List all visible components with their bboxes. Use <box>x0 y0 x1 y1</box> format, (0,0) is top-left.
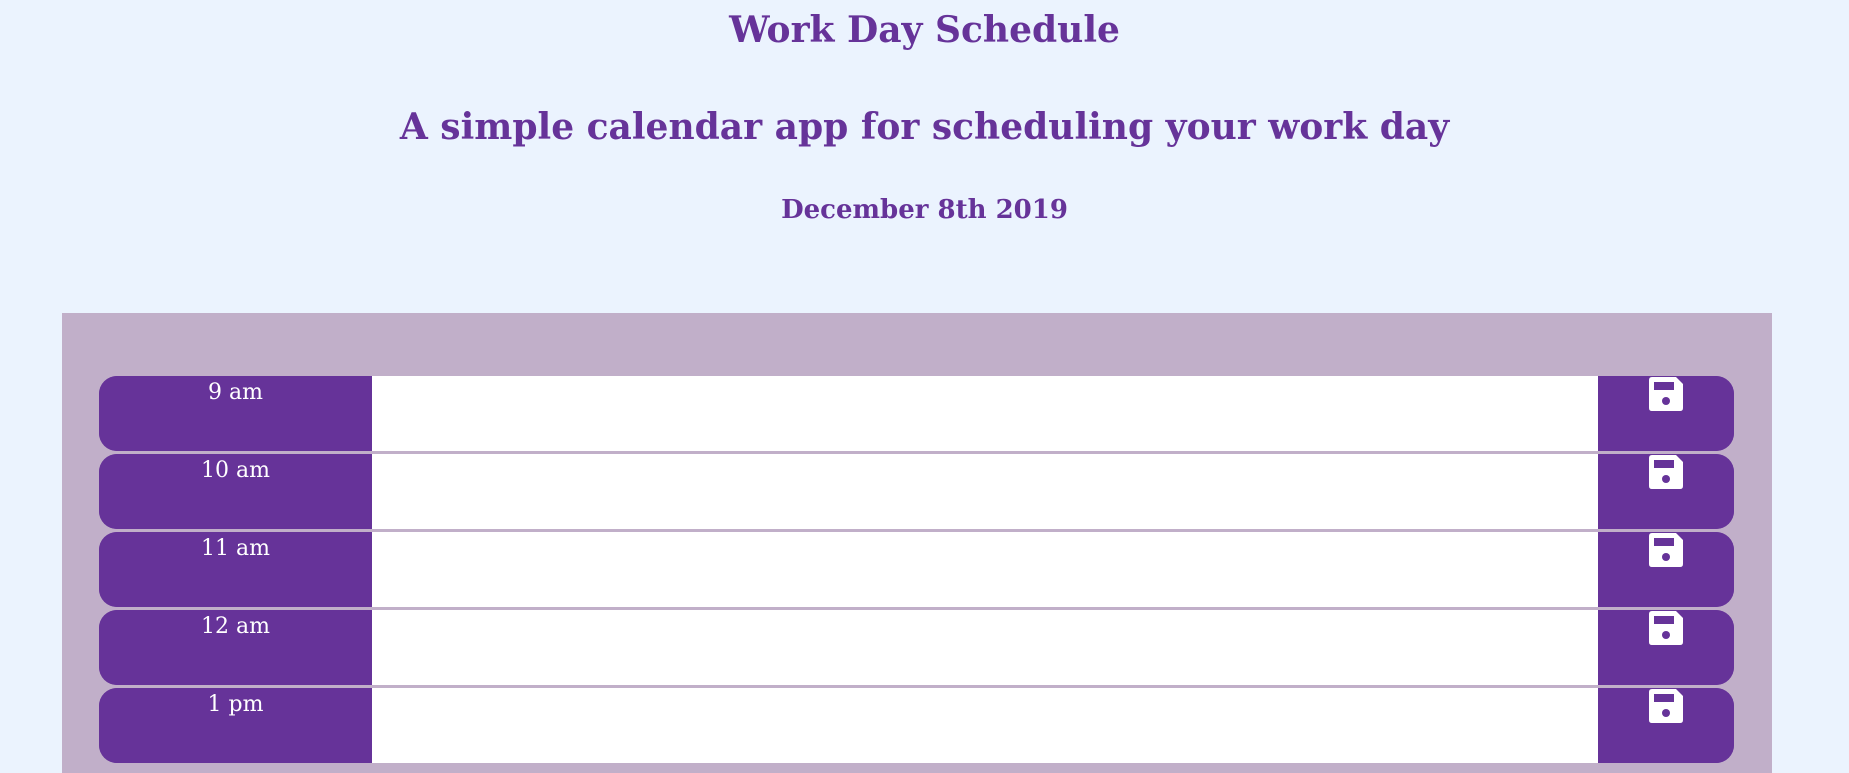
save-button[interactable] <box>1598 376 1734 451</box>
schedule-container: 9 am 10 am 11 am 12 am 1 pm <box>62 313 1772 773</box>
task-input[interactable] <box>372 454 1598 529</box>
floppy-disk-icon <box>1649 377 1683 411</box>
hour-label: 9 am <box>99 376 372 451</box>
save-button[interactable] <box>1598 610 1734 685</box>
save-button[interactable] <box>1598 688 1734 763</box>
floppy-disk-icon <box>1649 689 1683 723</box>
floppy-disk-icon <box>1649 611 1683 645</box>
floppy-disk-icon <box>1649 455 1683 489</box>
hour-label: 12 am <box>99 610 372 685</box>
time-block-list: 9 am 10 am 11 am 12 am 1 pm <box>99 376 1734 766</box>
page-title: Work Day Schedule <box>729 9 1120 51</box>
time-block-row: 11 am <box>99 532 1734 607</box>
task-input[interactable] <box>372 688 1598 763</box>
save-button[interactable] <box>1598 532 1734 607</box>
hour-label: 11 am <box>99 532 372 607</box>
time-block-row: 1 pm <box>99 688 1734 763</box>
floppy-disk-icon <box>1649 533 1683 567</box>
time-block-row: 10 am <box>99 454 1734 529</box>
page-subtitle: A simple calendar app for scheduling you… <box>399 106 1450 148</box>
hour-label: 1 pm <box>99 688 372 763</box>
page-header: Work Day Schedule A simple calendar app … <box>0 0 1849 226</box>
hour-label: 10 am <box>99 454 372 529</box>
task-input[interactable] <box>372 610 1598 685</box>
task-input[interactable] <box>372 376 1598 451</box>
current-date: December 8th 2019 <box>781 195 1068 225</box>
time-block-row: 9 am <box>99 376 1734 451</box>
save-button[interactable] <box>1598 454 1734 529</box>
time-block-row: 12 am <box>99 610 1734 685</box>
task-input[interactable] <box>372 532 1598 607</box>
